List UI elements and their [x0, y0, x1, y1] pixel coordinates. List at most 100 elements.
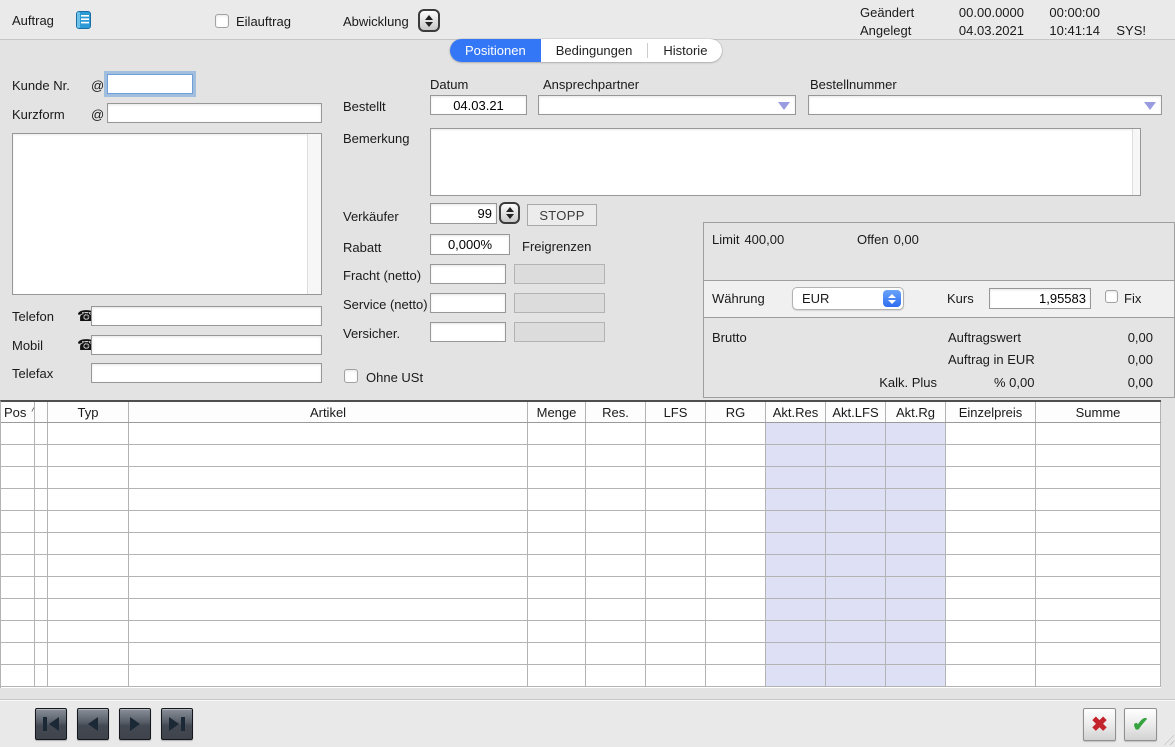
table-cell[interactable] — [886, 511, 946, 533]
table-cell[interactable] — [586, 577, 646, 599]
table-cell[interactable] — [1, 489, 35, 511]
table-row[interactable] — [1, 489, 1161, 511]
confirm-button[interactable]: ✔ — [1124, 708, 1157, 741]
table-cell[interactable] — [706, 489, 766, 511]
table-cell[interactable] — [1036, 467, 1161, 489]
table-cell[interactable] — [35, 577, 48, 599]
table-cell[interactable] — [826, 533, 886, 555]
table-cell[interactable] — [826, 467, 886, 489]
table-cell[interactable] — [129, 621, 528, 643]
column-header-aktlfs[interactable]: Akt.LFS — [826, 402, 886, 422]
bemerkung-scrollbar[interactable] — [1132, 129, 1140, 195]
table-cell[interactable] — [129, 467, 528, 489]
nav-last-button[interactable] — [161, 708, 193, 740]
table-cell[interactable] — [48, 489, 129, 511]
table-cell[interactable] — [1, 643, 35, 665]
table-cell[interactable] — [1036, 665, 1161, 687]
table-row[interactable] — [1, 445, 1161, 467]
table-cell[interactable] — [646, 555, 706, 577]
table-cell[interactable] — [646, 533, 706, 555]
table-cell[interactable] — [586, 599, 646, 621]
column-header-typ[interactable]: Typ — [48, 402, 129, 422]
table-row[interactable] — [1, 665, 1161, 687]
abwicklung-stepper[interactable] — [418, 9, 440, 32]
table-cell[interactable] — [646, 467, 706, 489]
table-row[interactable] — [1, 643, 1161, 665]
table-cell[interactable] — [946, 467, 1036, 489]
table-cell[interactable] — [766, 511, 826, 533]
table-cell[interactable] — [766, 577, 826, 599]
table-cell[interactable] — [646, 511, 706, 533]
table-cell[interactable] — [826, 423, 886, 445]
table-cell[interactable] — [886, 467, 946, 489]
table-cell[interactable] — [706, 533, 766, 555]
tab-bedingungen[interactable]: Bedingungen — [541, 39, 648, 62]
fix-checkbox[interactable] — [1105, 290, 1118, 303]
ansprechpartner-combobox[interactable] — [538, 95, 796, 115]
table-row[interactable] — [1, 423, 1161, 445]
table-cell[interactable] — [706, 599, 766, 621]
table-cell[interactable] — [528, 643, 586, 665]
table-row[interactable] — [1, 555, 1161, 577]
fracht-input[interactable] — [430, 264, 506, 284]
column-header-lfs[interactable]: LFS — [646, 402, 706, 422]
table-cell[interactable] — [766, 643, 826, 665]
table-cell[interactable] — [826, 621, 886, 643]
kurzform-input[interactable] — [107, 103, 322, 123]
table-cell[interactable] — [35, 423, 48, 445]
table-row[interactable] — [1, 467, 1161, 489]
table-cell[interactable] — [586, 555, 646, 577]
table-cell[interactable] — [586, 423, 646, 445]
table-cell[interactable] — [886, 599, 946, 621]
table-cell[interactable] — [886, 577, 946, 599]
table-cell[interactable] — [528, 445, 586, 467]
table-cell[interactable] — [946, 555, 1036, 577]
table-cell[interactable] — [586, 467, 646, 489]
table-cell[interactable] — [1036, 511, 1161, 533]
table-cell[interactable] — [826, 445, 886, 467]
table-cell[interactable] — [706, 423, 766, 445]
nav-first-button[interactable] — [35, 708, 67, 740]
table-cell[interactable] — [946, 643, 1036, 665]
table-cell[interactable] — [1036, 489, 1161, 511]
table-cell[interactable] — [886, 423, 946, 445]
column-header-rg[interactable]: RG — [706, 402, 766, 422]
table-cell[interactable] — [48, 665, 129, 687]
table-cell[interactable] — [886, 555, 946, 577]
eilauftrag-checkbox[interactable] — [215, 14, 229, 28]
table-cell[interactable] — [886, 533, 946, 555]
telefax-input[interactable] — [91, 363, 322, 383]
table-cell[interactable] — [586, 511, 646, 533]
table-cell[interactable] — [766, 621, 826, 643]
table-cell[interactable] — [48, 511, 129, 533]
table-cell[interactable] — [35, 489, 48, 511]
table-cell[interactable] — [826, 577, 886, 599]
table-cell[interactable] — [1, 555, 35, 577]
table-cell[interactable] — [946, 577, 1036, 599]
table-cell[interactable] — [48, 445, 129, 467]
table-cell[interactable] — [528, 665, 586, 687]
order-document-icon[interactable] — [76, 11, 91, 29]
table-cell[interactable] — [706, 511, 766, 533]
table-cell[interactable] — [646, 577, 706, 599]
table-cell[interactable] — [766, 599, 826, 621]
table-cell[interactable] — [646, 489, 706, 511]
table-cell[interactable] — [826, 665, 886, 687]
table-cell[interactable] — [528, 467, 586, 489]
table-cell[interactable] — [129, 423, 528, 445]
table-cell[interactable] — [706, 665, 766, 687]
table-cell[interactable] — [48, 533, 129, 555]
table-cell[interactable] — [35, 599, 48, 621]
table-cell[interactable] — [1036, 621, 1161, 643]
table-cell[interactable] — [886, 621, 946, 643]
table-cell[interactable] — [826, 555, 886, 577]
table-cell[interactable] — [766, 445, 826, 467]
table-cell[interactable] — [886, 445, 946, 467]
table-cell[interactable] — [946, 665, 1036, 687]
table-cell[interactable] — [946, 423, 1036, 445]
table-cell[interactable] — [706, 643, 766, 665]
table-cell[interactable] — [48, 577, 129, 599]
table-cell[interactable] — [35, 511, 48, 533]
table-cell[interactable] — [1, 467, 35, 489]
table-cell[interactable] — [766, 665, 826, 687]
